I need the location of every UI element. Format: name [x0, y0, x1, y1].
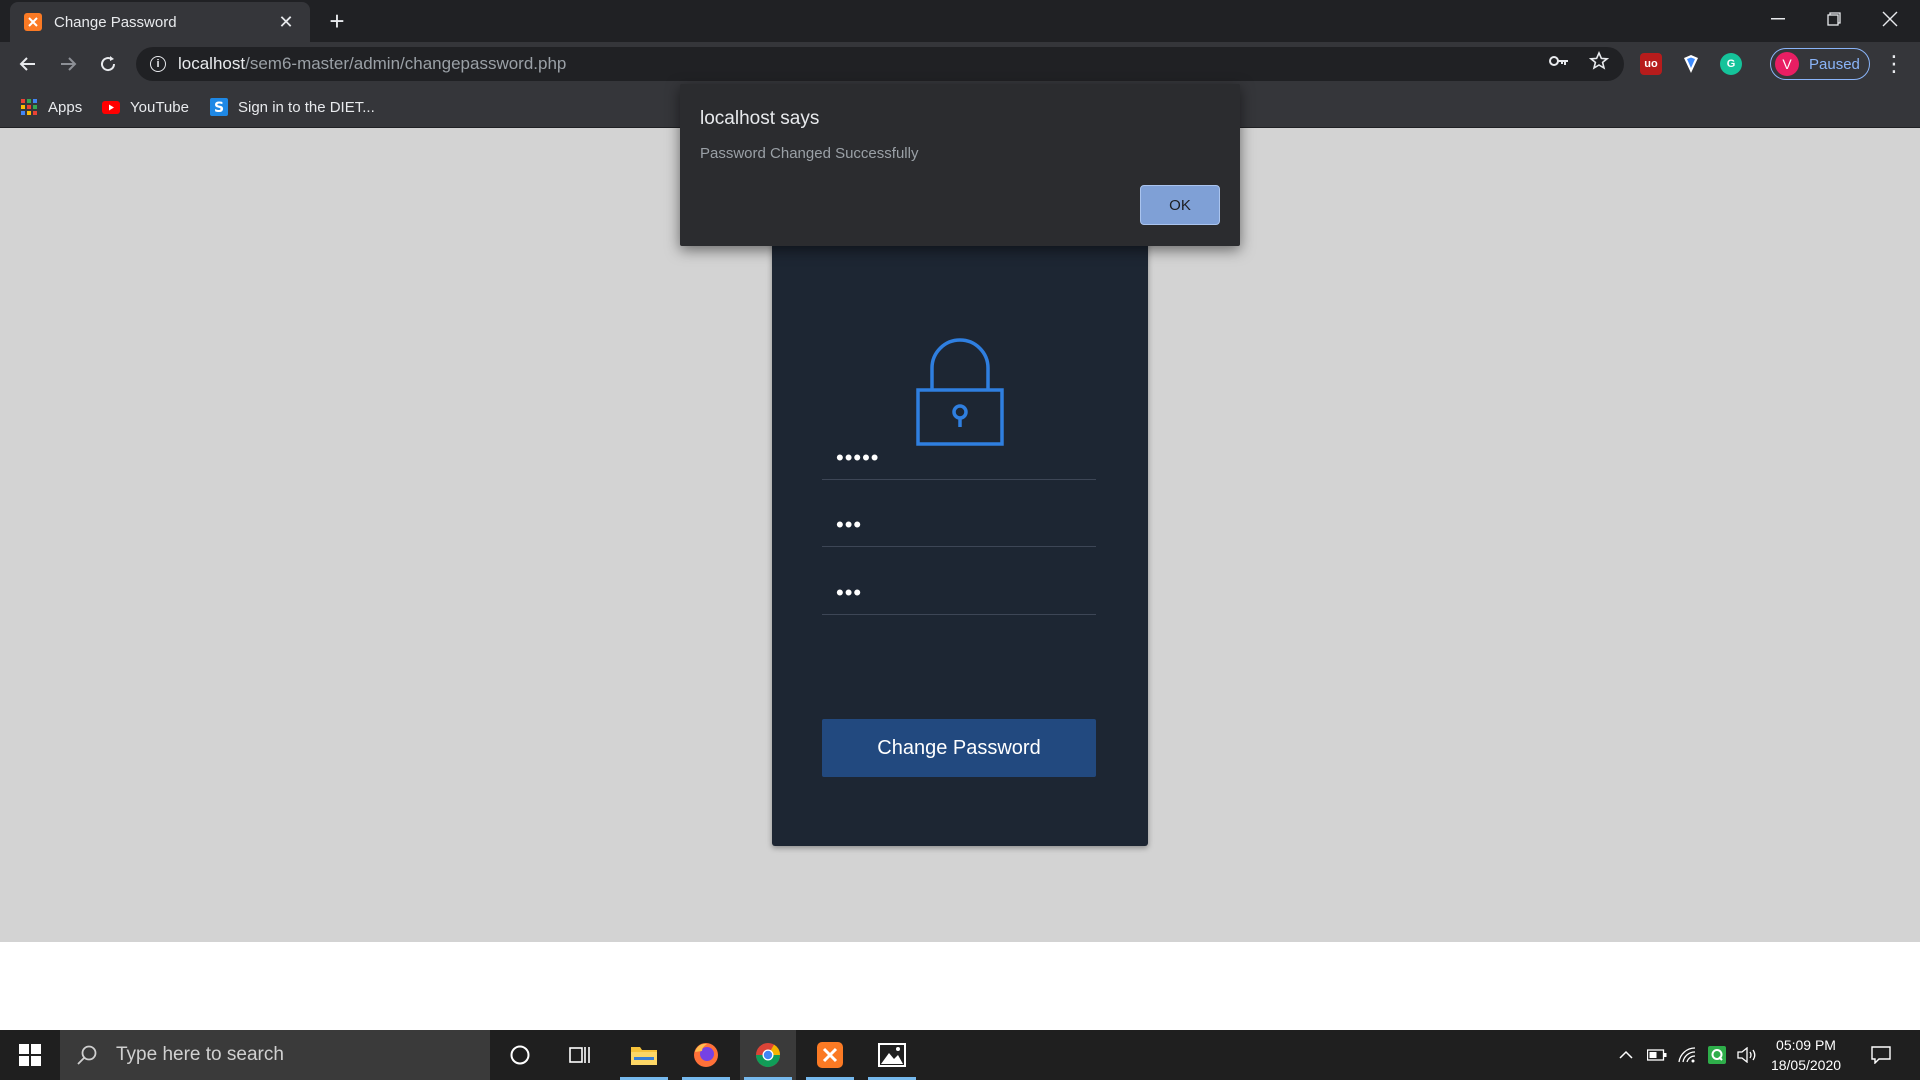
tab-title: Change Password: [54, 13, 177, 31]
forward-arrow-icon[interactable]: [52, 48, 84, 80]
new-password-input[interactable]: •••: [822, 499, 1096, 547]
minimize-icon[interactable]: [1750, 0, 1806, 38]
dialog-title: localhost says: [700, 108, 820, 129]
masked-value: •••••: [836, 445, 880, 470]
tab-close-icon[interactable]: ✕: [276, 12, 296, 32]
ublock-extension-icon[interactable]: uo: [1640, 53, 1662, 75]
bookmark-label: Apps: [48, 98, 83, 116]
bookmark-apps[interactable]: Apps: [20, 96, 82, 118]
masked-value: •••: [836, 580, 863, 605]
apps-grid-icon: [20, 98, 38, 116]
taskbar-search-box[interactable]: Type here to search: [60, 1030, 490, 1080]
ok-button[interactable]: OK: [1140, 185, 1220, 225]
show-hidden-icons-chevron-icon[interactable]: [1614, 1030, 1638, 1080]
bookmark-star-icon[interactable]: [1588, 50, 1610, 72]
address-bar[interactable]: i localhost/sem6-master/admin/changepass…: [136, 47, 1624, 81]
windows-taskbar: Type here to search 05:09 PM 18/05/2020: [0, 1030, 1920, 1080]
page-background: ••••• ••• ••• Change Password: [0, 128, 1920, 942]
youtube-icon: [102, 98, 120, 116]
search-placeholder: Type here to search: [116, 1044, 284, 1065]
dialog-message: Password Changed Successfully: [700, 145, 919, 162]
xampp-icon[interactable]: [802, 1030, 858, 1080]
browser-menu-icon[interactable]: ⋮: [1882, 52, 1906, 76]
quick-heal-icon[interactable]: [1704, 1030, 1730, 1080]
url-path: /sem6-master/admin/changepassword.php: [245, 54, 567, 73]
clock-time: 05:09 PM: [1776, 1037, 1836, 1053]
grammarly-extension-icon[interactable]: G: [1720, 53, 1742, 75]
new-tab-icon[interactable]: +: [322, 6, 352, 36]
file-explorer-icon[interactable]: [616, 1030, 672, 1080]
back-arrow-icon[interactable]: [12, 48, 44, 80]
url-host: localhost: [178, 54, 246, 73]
browser-tab-strip: Change Password ✕ +: [0, 0, 1920, 42]
notifications-icon[interactable]: [1866, 1030, 1896, 1080]
tab-change-password[interactable]: Change Password ✕: [10, 2, 310, 42]
volume-icon[interactable]: [1734, 1030, 1760, 1080]
avatar: V: [1775, 52, 1799, 76]
search-icon: [77, 1045, 97, 1065]
browser-toolbar: i localhost/sem6-master/admin/changepass…: [0, 42, 1920, 86]
chrome-icon[interactable]: [740, 1030, 796, 1080]
bookmark-label: Sign in to the DIET...: [238, 98, 375, 116]
task-view-icon[interactable]: [552, 1030, 608, 1080]
cortana-icon[interactable]: [492, 1030, 548, 1080]
bookmark-youtube[interactable]: YouTube: [102, 96, 189, 118]
wifi-icon[interactable]: [1674, 1030, 1700, 1080]
shield-extension-icon[interactable]: [1680, 53, 1702, 75]
alert-dialog: localhost says Password Changed Successf…: [680, 84, 1240, 246]
reload-icon[interactable]: [92, 48, 124, 80]
bookmark-label: YouTube: [130, 98, 189, 116]
photos-icon[interactable]: [864, 1030, 920, 1080]
clock-date: 18/05/2020: [1770, 1057, 1842, 1073]
system-clock[interactable]: 05:09 PM 18/05/2020: [1760, 1030, 1852, 1080]
s-logo-icon: S: [210, 98, 228, 116]
change-password-button[interactable]: Change Password: [822, 719, 1096, 777]
battery-icon[interactable]: [1644, 1030, 1670, 1080]
restore-icon[interactable]: [1806, 0, 1862, 38]
site-info-icon[interactable]: i: [150, 56, 166, 72]
svg-text:S: S: [214, 100, 224, 116]
close-window-icon[interactable]: [1862, 0, 1918, 38]
xampp-favicon-icon: [24, 13, 42, 31]
profile-button[interactable]: V Paused: [1770, 48, 1870, 80]
key-icon[interactable]: [1548, 50, 1570, 72]
masked-value: •••: [836, 512, 863, 537]
change-password-card: ••••• ••• ••• Change Password: [772, 228, 1148, 846]
profile-status: Paused: [1809, 55, 1860, 73]
bookmark-diet-signin[interactable]: S Sign in to the DIET...: [210, 96, 375, 118]
confirm-password-input[interactable]: •••: [822, 567, 1096, 615]
lock-icon: [916, 338, 1004, 446]
current-password-input[interactable]: •••••: [822, 432, 1096, 480]
windows-start-icon[interactable]: [0, 1030, 60, 1080]
firefox-icon[interactable]: [678, 1030, 734, 1080]
